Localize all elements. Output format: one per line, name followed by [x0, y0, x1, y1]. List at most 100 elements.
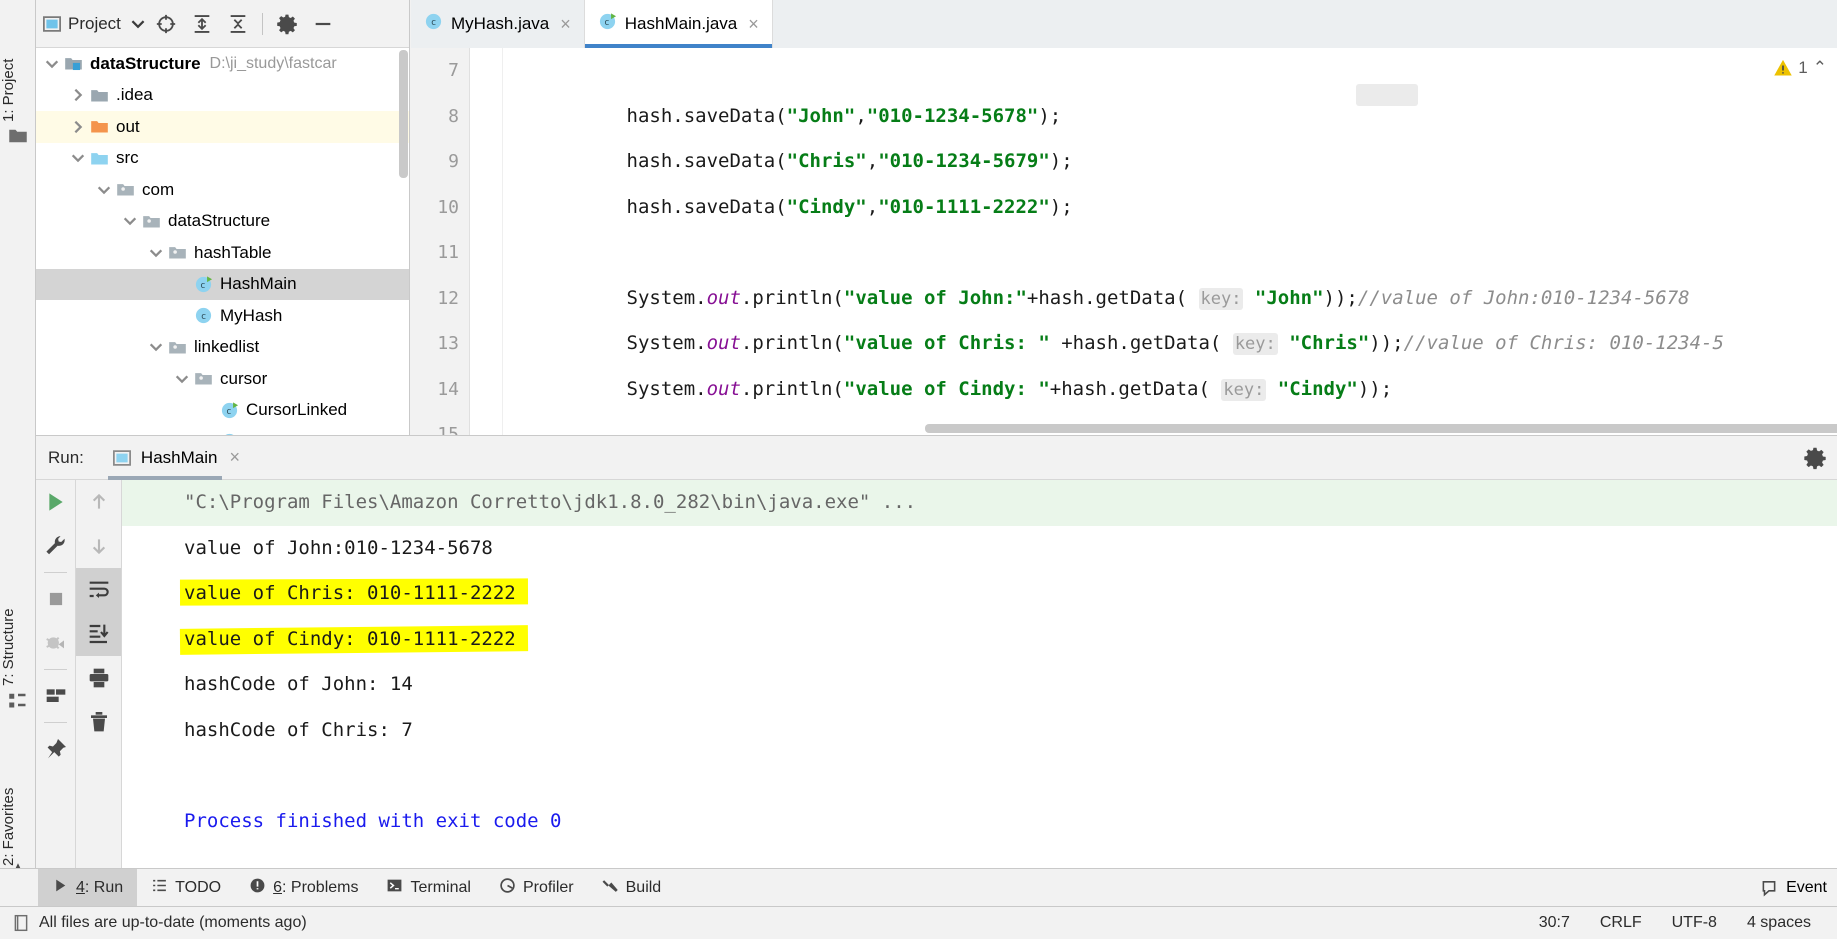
line-number[interactable]: 12	[411, 276, 469, 322]
editor-horizontal-scrollbar[interactable]	[925, 424, 1837, 433]
project-settings-button[interactable]	[272, 9, 302, 39]
tree-node-cursorlinked[interactable]: c CursorLinked	[36, 395, 409, 427]
bottom-bar-terminal-button[interactable]: Terminal	[372, 869, 484, 907]
code-token-plain: System.	[535, 377, 707, 400]
editor-tab-hashmain-java[interactable]: c HashMain.java ×	[584, 0, 773, 48]
console-output[interactable]: "C:\Program Files\Amazon Corretto\jdk1.8…	[122, 480, 1837, 905]
tree-expand-arrow[interactable]	[96, 182, 112, 198]
indent-indicator[interactable]: 4 spaces	[1747, 914, 1811, 932]
parameter-hint: key:	[1198, 287, 1244, 310]
up-stack-button[interactable]	[76, 480, 121, 524]
tree-node-icon	[90, 117, 109, 136]
inspection-widget[interactable]: 1 ⌃	[1773, 58, 1827, 78]
toolbar-separator	[44, 572, 67, 573]
scroll-to-end-button[interactable]	[76, 612, 121, 656]
chevron-down-icon[interactable]	[131, 17, 145, 31]
bottom-bar-problems-button[interactable]: 6: Problems	[235, 869, 372, 907]
tool-window-button-favorites[interactable]: 2: Favorites	[0, 740, 36, 870]
line-number[interactable]: 13	[411, 321, 469, 367]
scroll-from-source-button[interactable]	[151, 9, 181, 39]
down-stack-button[interactable]	[76, 524, 121, 568]
inspection-chevron-icon[interactable]: ⌃	[1813, 58, 1827, 78]
project-tree-scrollbar[interactable]	[399, 50, 408, 178]
line-number[interactable]: 14	[411, 367, 469, 413]
code-line[interactable]: System.out.println("value of John:"+hash…	[503, 276, 1837, 322]
toolbar-separator	[44, 669, 67, 670]
line-number[interactable]: 9	[411, 139, 469, 185]
tool-window-button-structure[interactable]: 7: Structure	[0, 560, 36, 690]
code-line[interactable]: System.out.println("value of Cindy: "+ha…	[503, 367, 1837, 413]
tree-expand-arrow[interactable]	[148, 339, 164, 355]
soft-wrap-button[interactable]	[76, 568, 121, 612]
code-line[interactable]: hash.saveData("John","010-1234-5678");	[503, 94, 1837, 140]
bottom-bar-todo-button[interactable]: TODO	[137, 869, 235, 907]
tree-expand-arrow[interactable]	[70, 150, 86, 166]
line-number[interactable]: 8	[411, 94, 469, 140]
tree-expand-arrow[interactable]	[70, 119, 86, 135]
tree-node-cursorlist[interactable]: cCursorList	[36, 426, 409, 435]
tree-node-label: dataStructure	[90, 53, 201, 73]
line-number[interactable]: 7	[411, 48, 469, 94]
stop-button[interactable]	[36, 577, 75, 621]
tree-expand-arrow[interactable]	[174, 371, 190, 387]
code-line[interactable]: hash.saveData("Cindy","010-1111-2222");	[503, 185, 1837, 231]
run-configuration-tab[interactable]: HashMain ×	[107, 447, 240, 480]
tree-node-hashmain[interactable]: c HashMain	[36, 268, 409, 300]
tree-node-hashtable[interactable]: hashTable	[36, 237, 409, 269]
expand-all-button[interactable]	[187, 9, 217, 39]
collapse-all-button[interactable]	[223, 9, 253, 39]
tree-node-datastructure[interactable]: dataStructure	[36, 206, 409, 238]
print-button[interactable]	[76, 656, 121, 700]
code-editor[interactable]: 7 8 9 10 11 12 13 14 15 hash.saveData("John","01…	[411, 48, 1837, 435]
terminal-icon	[386, 877, 403, 899]
tree-expand-arrow[interactable]	[122, 213, 138, 229]
code-token-plain: );	[1049, 150, 1073, 172]
editor-tab-myhash-java[interactable]: c MyHash.java ×	[411, 0, 585, 48]
tool-window-button-project[interactable]: 1: Project	[0, 6, 36, 126]
tree-node--idea[interactable]: .idea	[36, 80, 409, 112]
tree-node-datastructure[interactable]: dataStructure D:\ji_study\fastcar	[36, 48, 409, 80]
bottom-bar-build-button[interactable]: Build	[588, 869, 676, 907]
line-separator-indicator[interactable]: CRLF	[1600, 914, 1642, 932]
console-exit-line: Process finished with exit code 0	[122, 799, 1837, 845]
tree-node-cursor[interactable]: cursor	[36, 363, 409, 395]
project-tree[interactable]: dataStructure D:\ji_study\fastcar .idea out…	[36, 48, 409, 435]
caret-position-indicator[interactable]: 30:7	[1539, 914, 1570, 932]
bottom-bar-profiler-button[interactable]: Profiler	[485, 869, 588, 907]
java-class-icon: c	[195, 308, 212, 324]
hide-panel-button[interactable]	[308, 9, 338, 39]
console-line-text: value of Chris: 010-1111-2222	[184, 582, 516, 604]
edit-configurations-button[interactable]	[36, 524, 75, 568]
code-line[interactable]	[503, 230, 1837, 276]
code-line[interactable]: System.out.println("value of Chris: " +h…	[503, 321, 1837, 367]
tree-node-src[interactable]: src	[36, 143, 409, 175]
project-view-icon	[43, 15, 61, 32]
tree-node-out[interactable]: out	[36, 111, 409, 143]
tree-node-myhash[interactable]: c MyHash	[36, 300, 409, 332]
editor-tab-close-icon[interactable]: ×	[560, 14, 571, 35]
code-text[interactable]: hash.saveData("John","010-1234-5678"); h…	[503, 48, 1837, 435]
run-tab-close-icon[interactable]: ×	[229, 447, 240, 468]
code-line[interactable]: hash.saveData("Chris","010-1234-5679");	[503, 139, 1837, 185]
bottom-bar-run-button[interactable]: 4: Run	[38, 868, 138, 907]
chevron-down-icon	[45, 60, 59, 69]
code-line[interactable]	[503, 48, 1837, 94]
tree-expand-arrow[interactable]	[44, 56, 60, 72]
tree-node-com[interactable]: com	[36, 174, 409, 206]
pin-tab-button[interactable]	[36, 727, 75, 771]
code-folding-strip[interactable]	[470, 48, 503, 435]
line-number[interactable]: 11	[411, 230, 469, 276]
editor-tab-close-icon[interactable]: ×	[748, 14, 759, 35]
resume-button[interactable]	[36, 621, 75, 665]
tree-expand-arrow[interactable]	[148, 245, 164, 261]
line-number[interactable]: 15	[411, 412, 469, 435]
layout-button[interactable]	[36, 674, 75, 718]
tree-expand-arrow[interactable]	[70, 87, 86, 103]
rerun-button[interactable]	[36, 480, 75, 524]
event-log-button[interactable]: Event	[1760, 879, 1837, 897]
run-panel-settings-button[interactable]	[1803, 446, 1827, 475]
clear-all-button[interactable]	[76, 700, 121, 744]
encoding-indicator[interactable]: UTF-8	[1672, 914, 1717, 932]
line-number[interactable]: 10	[411, 185, 469, 231]
tree-node-linkedlist[interactable]: linkedlist	[36, 332, 409, 364]
